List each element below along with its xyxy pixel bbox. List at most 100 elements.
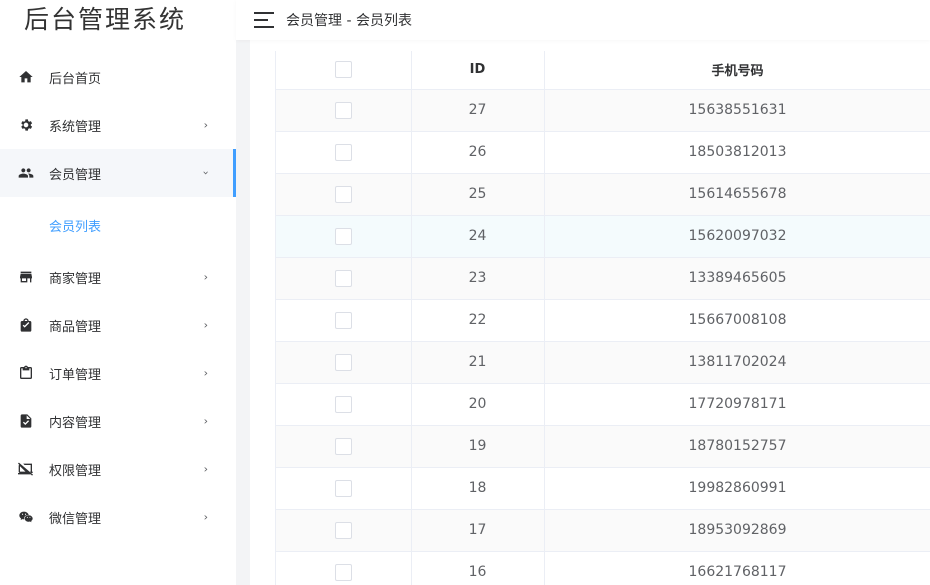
column-header-phone[interactable]: 手机号码 — [544, 51, 930, 90]
cell-id: 27 — [411, 89, 545, 132]
clipboard-icon — [18, 365, 34, 381]
sidebar-item-label: 商品管理 — [49, 319, 102, 335]
app-root: 后台管理系统 后台首页 系统管理 › 会员管理 › 会员列表 商家管理 › 商品… — [0, 0, 930, 585]
table-row[interactable]: 24 15620097032 — [276, 215, 930, 258]
chevron-right-icon: › — [203, 318, 208, 332]
cell-phone: 18780152757 — [544, 425, 930, 468]
chevron-right-icon: › — [203, 510, 208, 524]
sidebar-menu: 后台首页 系统管理 › 会员管理 › 会员列表 商家管理 › 商品管理 › 订单… — [0, 53, 236, 541]
cell-id: 17 — [411, 509, 545, 552]
sidebar-item-members[interactable]: 会员管理 › — [0, 149, 236, 197]
cell-id: 21 — [411, 341, 545, 384]
sidebar-subitem-member-list[interactable]: 会员列表 — [0, 197, 236, 253]
sidebar-item-orders[interactable]: 订单管理 › — [0, 349, 236, 397]
select-all-cell — [276, 51, 412, 90]
sidebar: 后台管理系统 后台首页 系统管理 › 会员管理 › 会员列表 商家管理 › 商品… — [0, 0, 236, 585]
cell-phone: 13389465605 — [544, 257, 930, 300]
row-checkbox[interactable] — [334, 311, 352, 329]
sidebar-divider — [236, 0, 250, 585]
cell-phone: 19982860991 — [544, 467, 930, 510]
chevron-right-icon: › — [203, 118, 208, 132]
people-icon — [18, 165, 34, 181]
sidebar-item-permissions[interactable]: 权限管理 › — [0, 445, 236, 493]
sidebar-item-label: 微信管理 — [49, 511, 102, 527]
column-header-id[interactable]: ID — [411, 51, 545, 90]
member-table: ID 手机号码 27 15638551631 26 18503812013 25… — [276, 51, 930, 585]
menu-toggle-icon[interactable] — [254, 12, 274, 28]
select-all-checkbox[interactable] — [334, 61, 352, 79]
sidebar-item-system[interactable]: 系统管理 › — [0, 101, 236, 149]
sidebar-item-label: 订单管理 — [49, 367, 102, 383]
sidebar-item-label: 系统管理 — [49, 119, 102, 135]
main-content: ID 手机号码 27 15638551631 26 18503812013 25… — [250, 40, 930, 585]
home-icon — [18, 69, 34, 85]
document-check-icon — [18, 413, 34, 429]
cell-id: 19 — [411, 425, 545, 468]
chevron-right-icon: › — [203, 366, 208, 380]
store-icon — [18, 269, 34, 285]
cell-id: 26 — [411, 131, 545, 174]
row-checkbox[interactable] — [334, 479, 352, 497]
cell-id: 22 — [411, 299, 545, 342]
table-body: 27 15638551631 26 18503812013 25 1561465… — [276, 89, 930, 585]
sidebar-item-merchants[interactable]: 商家管理 › — [0, 253, 236, 301]
app-logo-title: 后台管理系统 — [24, 5, 187, 34]
sidebar-item-wechat[interactable]: 微信管理 › — [0, 493, 236, 541]
row-checkbox[interactable] — [334, 101, 352, 119]
sidebar-item-products[interactable]: 商品管理 › — [0, 301, 236, 349]
table-row[interactable]: 17 18953092869 — [276, 509, 930, 552]
sidebar-item-label: 会员管理 — [49, 167, 102, 183]
table-row[interactable]: 16 16621768117 — [276, 551, 930, 585]
cell-phone: 15614655678 — [544, 173, 930, 216]
chevron-down-icon: › — [199, 170, 213, 176]
chevron-right-icon: › — [203, 462, 208, 476]
top-header: 会员管理 - 会员列表 — [236, 0, 930, 40]
cell-phone: 15620097032 — [544, 215, 930, 258]
cell-id: 25 — [411, 173, 545, 216]
table-row[interactable]: 27 15638551631 — [276, 89, 930, 132]
row-checkbox[interactable] — [334, 395, 352, 413]
sidebar-item-content[interactable]: 内容管理 › — [0, 397, 236, 445]
row-checkbox[interactable] — [334, 143, 352, 161]
wechat-icon — [18, 509, 34, 525]
row-checkbox[interactable] — [334, 269, 352, 287]
table-row[interactable]: 25 15614655678 — [276, 173, 930, 216]
table-row[interactable]: 22 15667008108 — [276, 299, 930, 342]
table-row[interactable]: 21 13811702024 — [276, 341, 930, 384]
screen-off-icon — [18, 461, 34, 477]
cell-phone: 16621768117 — [544, 551, 930, 585]
chevron-right-icon: › — [203, 414, 208, 428]
chevron-right-icon: › — [203, 270, 208, 284]
cell-phone: 17720978171 — [544, 383, 930, 426]
cell-phone: 18953092869 — [544, 509, 930, 552]
cell-id: 24 — [411, 215, 545, 258]
gear-icon — [18, 117, 34, 133]
sidebar-item-label: 后台首页 — [49, 71, 102, 87]
cell-id: 20 — [411, 383, 545, 426]
row-checkbox[interactable] — [334, 185, 352, 203]
row-checkbox[interactable] — [334, 521, 352, 539]
table-row[interactable]: 18 19982860991 — [276, 467, 930, 510]
cell-phone: 15667008108 — [544, 299, 930, 342]
row-checkbox[interactable] — [334, 227, 352, 245]
sidebar-item-label: 内容管理 — [49, 415, 102, 431]
row-checkbox[interactable] — [334, 353, 352, 371]
row-checkbox[interactable] — [334, 437, 352, 455]
cell-id: 16 — [411, 551, 545, 585]
cell-id: 23 — [411, 257, 545, 300]
table-row[interactable]: 20 17720978171 — [276, 383, 930, 426]
cell-id: 18 — [411, 467, 545, 510]
table-row[interactable]: 19 18780152757 — [276, 425, 930, 468]
table-header-row: ID 手机号码 — [276, 51, 930, 90]
member-table-container: ID 手机号码 27 15638551631 26 18503812013 25… — [275, 51, 930, 585]
row-checkbox[interactable] — [334, 563, 352, 581]
breadcrumb: 会员管理 - 会员列表 — [286, 13, 412, 29]
sidebar-item-label: 商家管理 — [49, 271, 102, 287]
cell-phone: 18503812013 — [544, 131, 930, 174]
cell-phone: 15638551631 — [544, 89, 930, 132]
sidebar-item-home[interactable]: 后台首页 — [0, 53, 236, 101]
cell-phone: 13811702024 — [544, 341, 930, 384]
table-row[interactable]: 26 18503812013 — [276, 131, 930, 174]
sidebar-item-label: 权限管理 — [49, 463, 102, 479]
table-row[interactable]: 23 13389465605 — [276, 257, 930, 300]
